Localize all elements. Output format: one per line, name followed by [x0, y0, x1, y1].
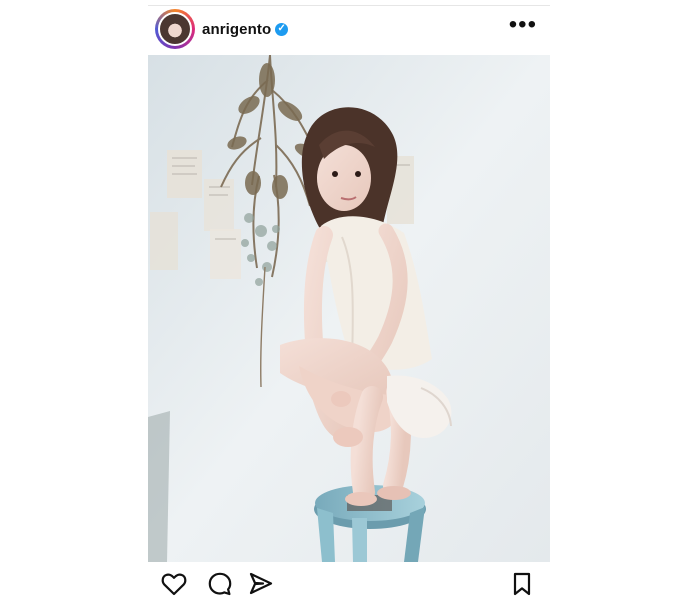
bookmark-icon[interactable] — [508, 570, 536, 598]
profile-avatar[interactable] — [158, 12, 192, 46]
photo-illustration — [148, 55, 550, 562]
post-actions — [148, 570, 550, 600]
heart-icon[interactable] — [160, 570, 188, 598]
more-options-icon[interactable]: ••• — [509, 13, 537, 37]
username-link[interactable]: anrigento — [202, 21, 271, 38]
instagram-post-frame: anrigento ✓ ••• — [0, 0, 700, 600]
post-photo[interactable] — [148, 55, 550, 562]
post-header: anrigento ✓ ••• — [148, 6, 550, 52]
verified-badge-icon: ✓ — [275, 22, 289, 36]
send-icon[interactable] — [247, 570, 275, 598]
comment-icon[interactable] — [206, 570, 234, 598]
profile-avatar-ring[interactable] — [155, 9, 195, 49]
